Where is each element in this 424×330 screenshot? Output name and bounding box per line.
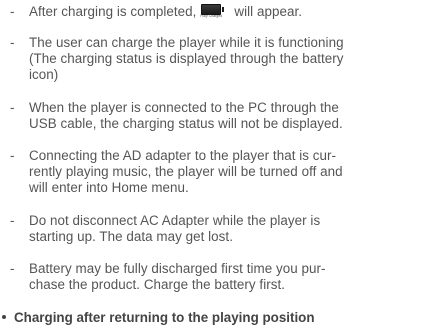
note-line: chase the product. Charge the battery fi…: [29, 277, 286, 292]
note-charge-while-functioning: - The user can charge the player while i…: [10, 35, 418, 83]
note-line: After charging is completed, Fully Charge…: [29, 4, 418, 20]
dash-marker: -: [10, 148, 15, 163]
note-text: After charging is completed, Fully Charge…: [29, 4, 418, 20]
note-ad-adapter: - Connecting the AD adapter to the playe…: [10, 148, 418, 196]
note-line: icon): [29, 67, 59, 82]
dash-marker: -: [10, 261, 15, 276]
dash-marker: -: [10, 4, 15, 19]
section-heading: Charging after returning to the playing …: [2, 310, 420, 326]
note-line: When the player is connected to the PC t…: [29, 100, 339, 115]
note-line: starting up. The data may get lost.: [29, 229, 233, 244]
dash-marker: -: [10, 35, 15, 50]
note-text: Connecting the AD adapter to the player …: [29, 148, 418, 196]
battery-full-icon: Fully Charged: [200, 4, 230, 18]
dash-marker: -: [10, 100, 15, 115]
note-line: will enter into Home menu.: [29, 180, 189, 195]
battery-icon-label: Fully Charged: [200, 14, 223, 18]
note-ac-adapter-warning: - Do not disconnect AC Adapter while the…: [10, 213, 418, 245]
note-line: Connecting the AD adapter to the player …: [29, 148, 337, 163]
note-text: The user can charge the player while it …: [29, 35, 418, 83]
note-charging-complete: - After charging is completed, Fully Char…: [10, 4, 418, 20]
dash-marker: -: [10, 213, 15, 228]
section-heading-text: Charging after returning to the playing …: [14, 310, 315, 325]
note-text-before-icon: After charging is completed,: [29, 4, 197, 19]
note-line: The user can charge the player while it …: [29, 35, 344, 50]
note-usb-connection: - When the player is connected to the PC…: [10, 100, 418, 132]
bullet-icon: [2, 315, 6, 319]
note-line: rently playing music, the player will be…: [29, 164, 343, 179]
note-line: Battery may be fully discharged first ti…: [29, 261, 326, 276]
note-text: When the player is connected to the PC t…: [29, 100, 418, 132]
note-text: Battery may be fully discharged first ti…: [29, 261, 418, 293]
note-battery-discharged: - Battery may be fully discharged first …: [10, 261, 418, 293]
note-text: Do not disconnect AC Adapter while the p…: [29, 213, 418, 245]
note-line: (The charging status is displayed throug…: [29, 51, 344, 66]
note-text-after-icon: will appear.: [234, 4, 302, 19]
manual-page: - After charging is completed, Fully Char…: [0, 0, 424, 330]
note-line: USB cable, the charging status will not …: [29, 116, 343, 131]
note-line: Do not disconnect AC Adapter while the p…: [29, 213, 321, 228]
